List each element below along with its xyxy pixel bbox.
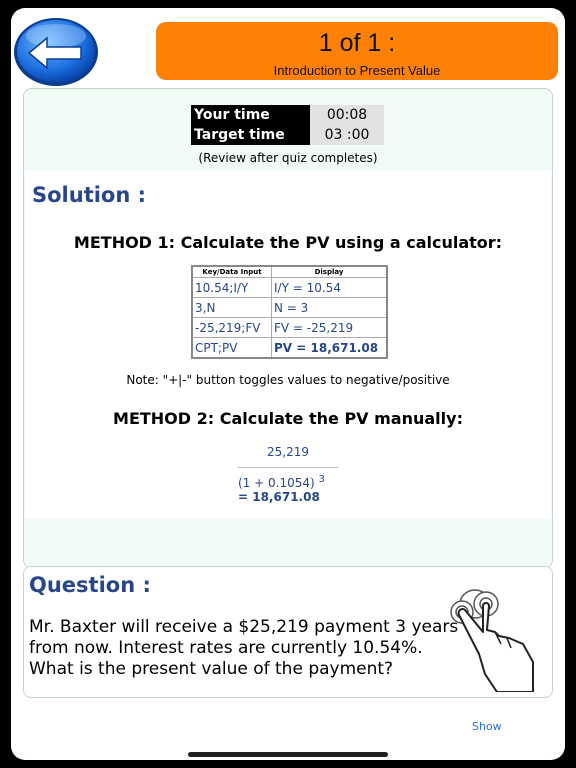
- target-time-row: Target time 03 :00: [191, 125, 384, 145]
- your-time-label: Your time: [191, 105, 310, 125]
- key-input-cell: -25,219;FV: [191, 317, 272, 338]
- method2-heading: METHOD 2: Calculate the PV manually:: [113, 409, 463, 428]
- target-time-label: Target time: [191, 125, 310, 145]
- timer-table: Your time 00:08 Target time 03 :00: [191, 105, 384, 145]
- display-cell: FV = -25,219: [271, 317, 388, 338]
- question-heading: Question :: [29, 573, 151, 597]
- method1-heading: METHOD 1: Calculate the PV using a calcu…: [73, 233, 503, 252]
- table-row: 10.54;I/Y I/Y = 10.54: [191, 277, 388, 298]
- column-header-key: Key/Data Input: [191, 265, 272, 278]
- home-indicator[interactable]: [188, 752, 388, 757]
- formula-denominator: (1 + 0.1054) 3: [238, 474, 338, 490]
- your-time-value: 00:08: [310, 105, 384, 125]
- hand-tap-icon[interactable]: [437, 582, 537, 693]
- solution-card: Your time 00:08 Target time 03 :00 (Revi…: [23, 88, 553, 568]
- key-input-cell: CPT;PV: [191, 337, 272, 359]
- fraction-line: [238, 467, 338, 468]
- question-text: Mr. Baxter will receive a $25,219 paymen…: [29, 617, 459, 679]
- denominator-base: (1 + 0.1054): [238, 476, 315, 490]
- review-note: (Review after quiz completes): [198, 151, 378, 165]
- column-header-display: Display: [271, 265, 388, 278]
- topic-title: Introduction to Present Value: [273, 63, 441, 78]
- header-banner: 1 of 1 : Introduction to Present Value: [156, 22, 558, 80]
- table-row: CPT;PV PV = 18,671.08: [191, 337, 388, 359]
- table-row: 3,N N = 3: [191, 297, 388, 318]
- display-cell: N = 3: [271, 297, 388, 318]
- denominator-exponent: 3: [318, 474, 325, 485]
- formula-result: = 18,671.08: [238, 490, 320, 504]
- display-cell: I/Y = 10.54: [271, 277, 388, 298]
- back-button[interactable]: [11, 14, 101, 88]
- display-cell-result: PV = 18,671.08: [271, 337, 388, 359]
- back-arrow-icon: [14, 18, 98, 86]
- your-time-row: Your time 00:08: [191, 105, 384, 125]
- solution-body: Solution : METHOD 1: Calculate the PV us…: [25, 171, 551, 519]
- key-input-cell: 10.54;I/Y: [191, 277, 272, 298]
- calculator-table-header: Key/Data Input Display: [191, 265, 388, 278]
- question-counter: 1 of 1 :: [318, 29, 396, 57]
- target-time-value: 03 :00: [310, 125, 384, 145]
- table-row: -25,219;FV FV = -25,219: [191, 317, 388, 338]
- key-input-cell: 3,N: [191, 297, 272, 318]
- calculator-table: Key/Data Input Display 10.54;I/Y I/Y = 1…: [191, 265, 388, 359]
- formula-numerator: 25,219: [267, 445, 309, 459]
- toggle-note: Note: "+|-" button toggles values to neg…: [126, 373, 450, 387]
- pv-formula: 25,219 (1 + 0.1054) 3 = 18,671.08: [238, 445, 338, 504]
- solution-heading: Solution :: [32, 183, 147, 207]
- show-button[interactable]: Show: [472, 720, 502, 733]
- app-screen: 1 of 1 : Introduction to Present Value Y…: [11, 8, 565, 760]
